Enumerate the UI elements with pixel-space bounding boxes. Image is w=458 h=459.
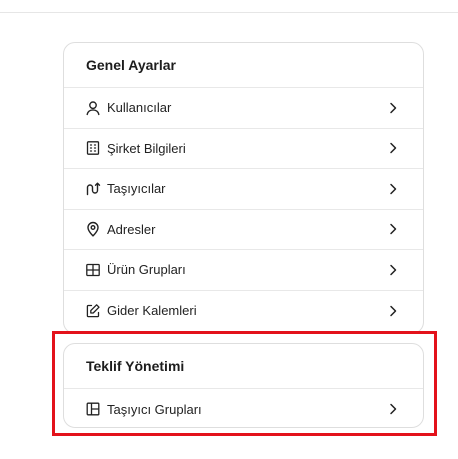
grid-icon — [85, 262, 101, 278]
menu-item-label: Şirket Bilgileri — [107, 140, 186, 156]
user-icon — [85, 100, 101, 116]
chevron-right-icon — [387, 264, 399, 276]
chevron-right-icon — [387, 305, 399, 317]
menu-item-users[interactable]: Kullanıcılar — [64, 88, 423, 129]
note-edit-icon — [85, 303, 101, 319]
map-pin-icon — [85, 221, 101, 238]
chevron-right-icon — [387, 223, 399, 235]
menu-item-label: Gider Kalemleri — [107, 303, 197, 319]
menu-item-label: Ürün Grupları — [107, 262, 186, 278]
menu-item-label: Adresler — [107, 221, 156, 237]
offer-management-title: Teklif Yönetimi — [64, 344, 423, 389]
menu-item-label: Taşıyıcı Grupları — [107, 401, 202, 417]
chevron-right-icon — [387, 142, 399, 154]
menu-item-company-info[interactable]: Şirket Bilgileri — [64, 129, 423, 169]
offer-management-card: Teklif Yönetimi Taşıyıcı Grupları — [63, 343, 424, 428]
menu-item-addresses[interactable]: Adresler — [64, 210, 423, 250]
general-settings-card: Genel Ayarlar Kullanıcılar Şirket Bilgil… — [63, 42, 424, 334]
chevron-right-icon — [387, 403, 399, 415]
menu-item-label: Taşıyıcılar — [107, 181, 166, 197]
menu-item-expense-items[interactable]: Gider Kalemleri — [64, 291, 423, 332]
menu-item-carrier-groups[interactable]: Taşıyıcı Grupları — [64, 389, 423, 427]
chevron-right-icon — [387, 102, 399, 114]
chevron-right-icon — [387, 183, 399, 195]
general-settings-title: Genel Ayarlar — [64, 43, 423, 88]
top-divider — [0, 12, 458, 13]
building-icon — [85, 140, 101, 156]
menu-item-label: Kullanıcılar — [107, 100, 172, 116]
layout-icon — [85, 401, 101, 417]
route-icon — [85, 181, 101, 197]
menu-item-product-groups[interactable]: Ürün Grupları — [64, 250, 423, 291]
menu-item-carriers[interactable]: Taşıyıcılar — [64, 169, 423, 210]
